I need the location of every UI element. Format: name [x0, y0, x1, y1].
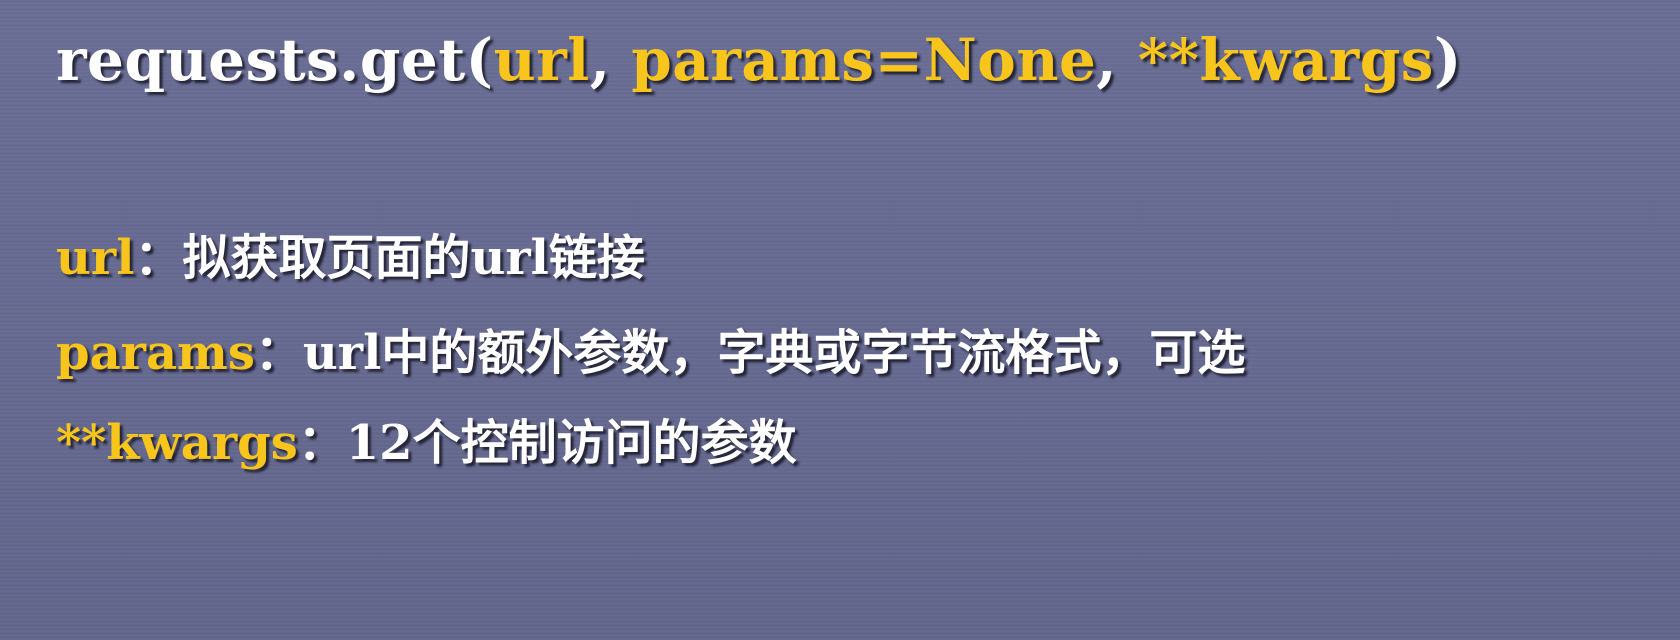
- param-description: 链接: [548, 230, 645, 286]
- param-description: 个控制访问的参数: [412, 415, 797, 471]
- signature-arg-kwargs: **kwargs: [1137, 26, 1434, 94]
- param-colon: ：: [254, 325, 303, 381]
- param-description: url: [470, 230, 549, 286]
- param-line-params: params：url中的额外参数，字典或字节流格式，可选: [56, 313, 1245, 383]
- signature-separator: ,: [589, 26, 632, 94]
- param-name: **kwargs: [56, 415, 298, 471]
- param-name: url: [56, 230, 135, 286]
- slide: requests.get(url, params=None, **kwargs)…: [0, 0, 1680, 640]
- signature-prefix: requests.get(: [56, 26, 494, 94]
- param-colon: ：: [297, 415, 346, 471]
- param-line-url: url：拟获取页面的url链接: [56, 218, 645, 288]
- param-description: 12: [345, 415, 413, 471]
- function-signature: requests.get(url, params=None, **kwargs): [56, 26, 1462, 94]
- signature-separator: ,: [1096, 26, 1138, 94]
- signature-arg-url: url: [493, 26, 590, 94]
- signature-suffix: ): [1433, 26, 1462, 94]
- signature-arg-params: params=None: [631, 26, 1097, 94]
- param-description: 拟获取页面的: [182, 230, 471, 286]
- param-name: params: [56, 325, 255, 381]
- param-colon: ：: [134, 230, 183, 286]
- param-description: url: [302, 325, 382, 381]
- param-description: 中的额外参数，字典或字节流格式，可选: [381, 325, 1246, 381]
- param-line-kwargs: **kwargs：12个控制访问的参数: [56, 403, 797, 473]
